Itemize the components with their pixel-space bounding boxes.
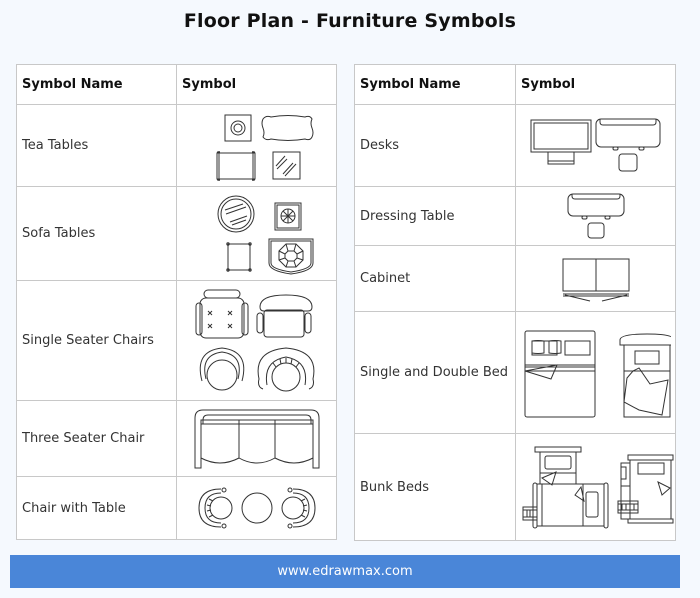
tufted-armchair-icon	[195, 289, 248, 338]
row-name: Desks	[354, 104, 516, 187]
bunk-bed-stacked-icon	[617, 454, 673, 524]
table-row: Bunk Beds	[354, 433, 676, 541]
table-header-row: Symbol Name Symbol	[16, 64, 337, 105]
row-symbol	[176, 280, 337, 401]
scroll-armchair-icon	[257, 346, 314, 391]
row-name: Dressing Table	[354, 186, 516, 246]
bunk-beds-symbols	[522, 446, 673, 529]
armchair-left-icon	[197, 487, 232, 529]
row-symbol	[515, 245, 676, 312]
armchair-right-icon	[281, 487, 316, 529]
three-seater-sofa-icon	[194, 409, 319, 468]
glass-square-tea-table-icon	[272, 151, 300, 179]
rectangular-tea-table-icon	[216, 150, 255, 181]
row-symbol	[515, 433, 676, 541]
table-row: Desks	[354, 104, 676, 187]
row-symbol	[176, 476, 337, 540]
footer-url[interactable]: www.edrawmax.com	[277, 564, 412, 579]
row-name: Single Seater Chairs	[16, 280, 177, 401]
square-round-tea-table-icon	[224, 114, 251, 141]
header-symbol: Symbol	[515, 64, 676, 105]
table-row: Chair with Table	[16, 476, 337, 540]
row-name: Tea Tables	[16, 104, 177, 187]
table-row: Dressing Table	[354, 186, 676, 246]
single-bed-icon	[619, 332, 671, 417]
row-name: Sofa Tables	[16, 186, 177, 281]
footer-banner: www.edrawmax.com	[10, 555, 680, 588]
octagon-sofa-table-icon	[268, 238, 313, 275]
round-glass-sofa-table-icon	[217, 195, 254, 232]
dressing-table-icon	[567, 193, 624, 239]
tea-tables-symbols	[216, 114, 313, 181]
row-name: Single and Double Bed	[354, 311, 516, 434]
header-symbol-name: Symbol Name	[354, 64, 516, 105]
scalloped-tea-table-icon	[261, 114, 313, 141]
row-symbol	[176, 186, 337, 281]
symbols-table-left: Symbol Name Symbol Tea Tables Sofa Table…	[16, 64, 337, 540]
double-bed-icon	[524, 330, 595, 417]
office-chair-icon	[256, 293, 313, 337]
row-symbol	[515, 186, 676, 246]
sofa-tables-symbols	[217, 195, 313, 275]
table-row: Single and Double Bed	[354, 311, 676, 434]
row-symbol	[176, 400, 337, 477]
table-row: Tea Tables	[16, 104, 337, 187]
page-title: Floor Plan - Furniture Symbols	[183, 10, 517, 32]
bunk-bed-l-shaped-icon	[522, 446, 608, 529]
table-row: Sofa Tables	[16, 186, 337, 281]
row-symbol	[176, 104, 337, 187]
table-row: Cabinet	[354, 245, 676, 312]
table-row: Three Seater Chair	[16, 400, 337, 477]
round-table-icon	[241, 492, 272, 524]
row-name: Cabinet	[354, 245, 516, 312]
table-header-row: Symbol Name Symbol	[354, 64, 676, 105]
round-armchair-icon	[199, 346, 244, 390]
cabinet-icon	[562, 258, 629, 301]
symbols-table-right: Symbol Name Symbol Desks Dressing Table	[354, 64, 676, 541]
header-symbol-name: Symbol Name	[16, 64, 177, 105]
row-symbol	[515, 311, 676, 434]
row-name: Bunk Beds	[354, 433, 516, 541]
square-wheel-sofa-table-icon	[274, 202, 301, 230]
row-name: Chair with Table	[16, 476, 177, 540]
row-symbol	[515, 104, 676, 187]
desks-symbols	[530, 118, 660, 171]
single-seater-chairs-symbols	[195, 289, 314, 391]
small-square-sofa-table-icon	[225, 241, 252, 272]
computer-desk-icon	[530, 119, 591, 164]
header-symbol: Symbol	[176, 64, 337, 105]
chair-with-table-symbols	[197, 487, 316, 529]
row-name: Three Seater Chair	[16, 400, 177, 477]
beds-symbols	[524, 330, 671, 417]
desk-with-stool-icon	[595, 118, 660, 171]
table-row: Single Seater Chairs	[16, 280, 337, 401]
